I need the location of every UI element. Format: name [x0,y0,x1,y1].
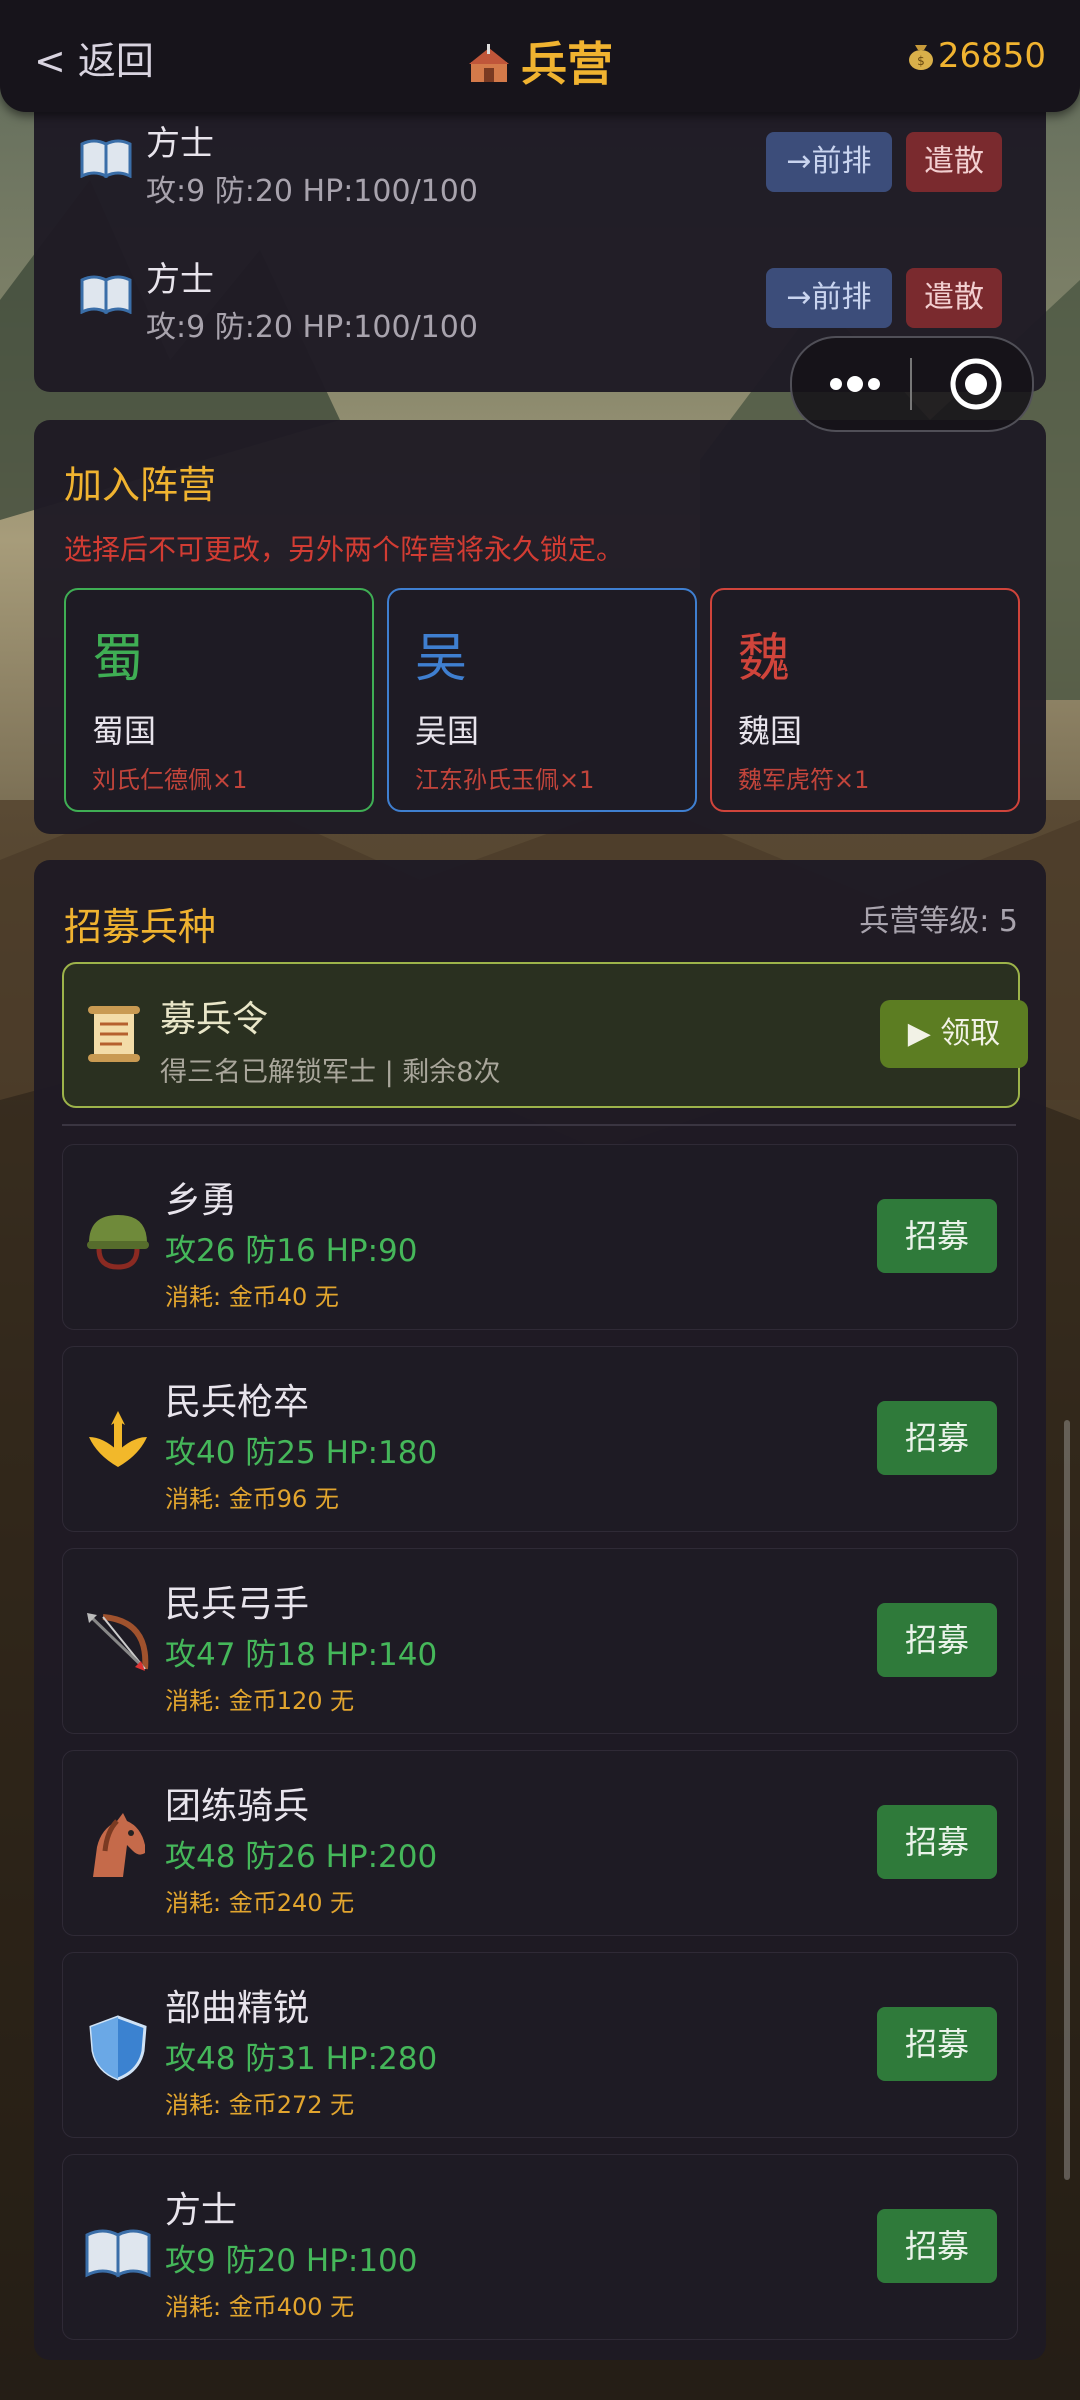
unit-name: 民兵弓手 [165,1584,310,1625]
faction-option-wei[interactable]: 魏 魏国 魏军虎符×1 [710,588,1020,812]
faction-panel: 加入阵营 选择后不可更改，另外两个阵营将永久锁定。 蜀 蜀国 刘氏仁德佩×1 吴… [34,420,1046,834]
miniprogram-capsule [790,336,1034,432]
recruit-button[interactable]: 招募 [877,2209,997,2283]
recruit-button[interactable]: 招募 [877,1603,997,1677]
money-bag-icon: $ [908,45,933,70]
faction-glyph: 吴 [415,629,468,689]
roster-unit-name: 方士 [146,260,214,300]
unit-cost: 消耗: 金币120 无 [165,1687,355,1715]
unit-card: 部曲精锐 攻48 防31 HP:280 消耗: 金币272 无 招募 [62,1952,1018,2138]
roster-row: 方士 攻:9 防:20 HP:100/100 →前排 遣散 [34,102,1046,226]
claim-button[interactable]: ▶ 领取 [880,1000,1028,1068]
recruit-panel: 招募兵种 兵营等级: 5 募兵令 得三名已解锁军士 | 剩余8次 ▶ 领取 乡勇… [34,860,1046,2360]
gold-amount: 26850 [937,36,1046,76]
scroll-icon [88,1006,140,1062]
more-menu-icon[interactable] [826,368,884,400]
unit-cost: 消耗: 金币400 无 [165,2293,355,2321]
faction-reward: 魏军虎符×1 [738,766,870,794]
unit-name: 部曲精锐 [165,1988,310,2029]
unit-stats: 攻26 防16 HP:90 [165,1233,418,1269]
helmet-icon [87,1215,149,1270]
roster-unit-stats: 攻:9 防:20 HP:100/100 [146,310,478,345]
trident-icon [89,1411,147,1467]
unit-name: 团练骑兵 [165,1786,310,1827]
unit-card: 团练骑兵 攻48 防26 HP:200 消耗: 金币240 无 招募 [62,1750,1018,1936]
faction-name: 蜀国 [92,712,157,750]
recruit-title: 招募兵种 [64,905,217,949]
faction-reward: 刘氏仁德佩×1 [92,766,248,794]
page-title-text: 兵营 [521,37,613,91]
unit-stats: 攻47 防18 HP:140 [165,1637,438,1673]
roster-unit-name: 方士 [146,124,214,164]
scrollbar[interactable] [1064,1420,1070,2180]
gold-counter: $ 26850 [906,36,1046,76]
faction-warning: 选择后不可更改，另外两个阵营将永久锁定。 [64,533,625,566]
dismiss-button[interactable]: 遣散 [906,268,1002,328]
unit-cost: 消耗: 金币96 无 [165,1485,339,1513]
roster-unit-stats: 攻:9 防:20 HP:100/100 [146,174,478,209]
move-front-button[interactable]: →前排 [766,268,892,328]
top-bar: < 返回 兵营 $ 26850 [0,0,1080,112]
dismiss-button[interactable]: 遣散 [906,132,1002,192]
unit-card: 乡勇 攻26 防16 HP:90 消耗: 金币40 无 招募 [62,1144,1018,1330]
unit-cost: 消耗: 金币272 无 [165,2091,355,2119]
faction-glyph: 魏 [738,629,791,689]
unit-stats: 攻48 防26 HP:200 [165,1839,438,1875]
faction-name: 魏国 [738,712,803,750]
recruit-button[interactable]: 招募 [877,1199,997,1273]
unit-cost: 消耗: 金币240 无 [165,1889,355,1917]
faction-name: 吴国 [415,712,480,750]
unit-stats: 攻9 防20 HP:100 [165,2243,418,2279]
recruit-button[interactable]: 招募 [877,1805,997,1879]
capsule-divider [910,358,912,410]
order-name: 募兵令 [160,999,269,1040]
move-front-button[interactable]: →前排 [766,132,892,192]
svg-text:$: $ [917,54,925,68]
faction-option-shu[interactable]: 蜀 蜀国 刘氏仁德佩×1 [64,588,374,812]
faction-reward: 江东孙氏玉佩×1 [415,766,595,794]
unit-card: 民兵枪卒 攻40 防25 HP:180 消耗: 金币96 无 招募 [62,1346,1018,1532]
unit-cost: 消耗: 金币40 无 [165,1283,339,1311]
unit-card: 方士 攻9 防20 HP:100 消耗: 金币400 无 招募 [62,2154,1018,2340]
shield-icon [89,2015,147,2081]
recruit-button[interactable]: 招募 [877,2007,997,2081]
unit-stats: 攻48 防31 HP:280 [165,2041,438,2077]
faction-title: 加入阵营 [64,463,217,507]
barracks-level: 兵营等级: 5 [859,904,1018,939]
unit-name: 方士 [165,2190,238,2231]
book-icon [80,275,132,314]
bow-arrow-icon [87,1613,149,1671]
recruit-button[interactable]: 招募 [877,1401,997,1475]
faction-glyph: 蜀 [92,629,145,689]
horse-icon [93,1813,145,1877]
unit-name: 乡勇 [165,1180,238,1221]
book-icon [80,139,132,178]
faction-option-wu[interactable]: 吴 吴国 江东孙氏玉佩×1 [387,588,697,812]
barracks-icon [469,44,509,82]
unit-card: 民兵弓手 攻47 防18 HP:140 消耗: 金币120 无 招募 [62,1548,1018,1734]
order-description: 得三名已解锁军士 | 剩余8次 [160,1057,501,1088]
book-icon [85,2229,151,2278]
close-target-icon[interactable] [948,356,1004,412]
unit-name: 民兵枪卒 [165,1382,310,1423]
unit-stats: 攻40 防25 HP:180 [165,1435,438,1471]
divider [62,1124,1016,1126]
recruit-order-card: 募兵令 得三名已解锁军士 | 剩余8次 ▶ 领取 [62,962,1028,1108]
